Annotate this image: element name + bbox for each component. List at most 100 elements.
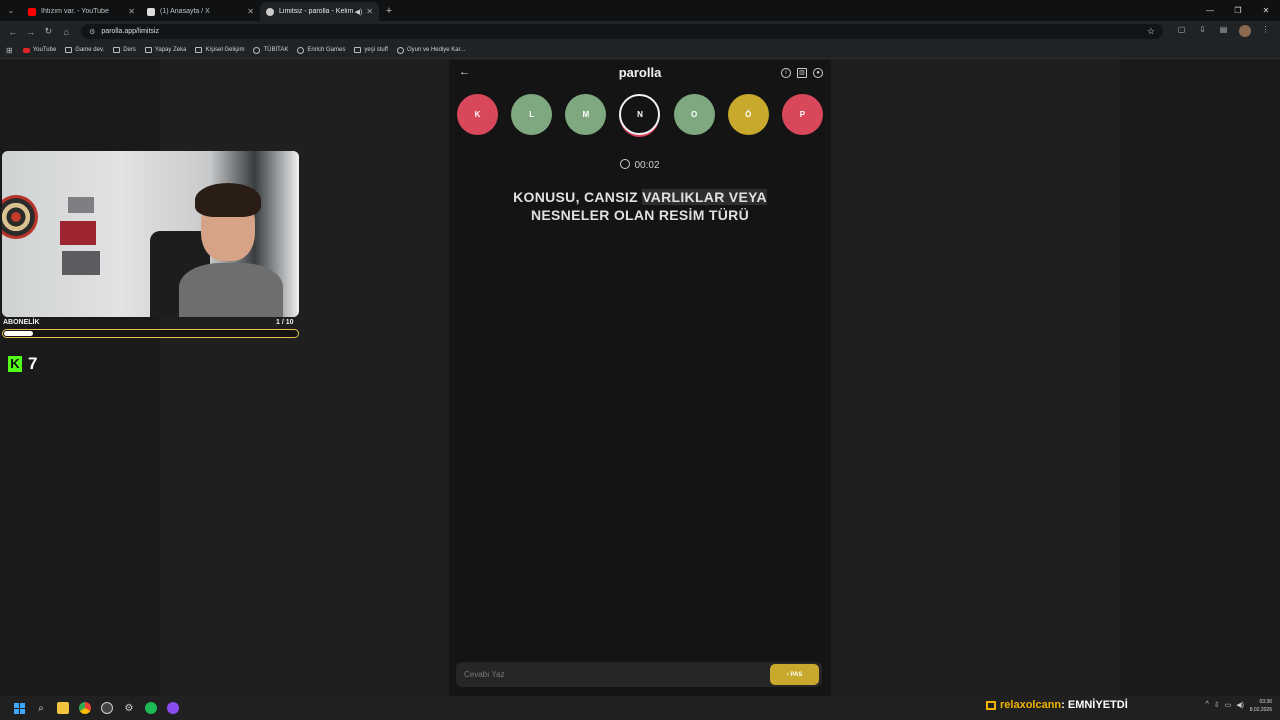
- back-icon[interactable]: ←: [4, 27, 22, 37]
- bookmark-folder[interactable]: Game dev.: [65, 47, 104, 53]
- window-controls: — ❐ ✕: [1196, 0, 1280, 21]
- subscription-goal-count: 1 / 10: [276, 319, 294, 326]
- folder-icon: [113, 47, 121, 53]
- streamer: [179, 183, 283, 317]
- clock-time: 03:36: [1259, 699, 1272, 705]
- system-tray: ^ ⇩ ▭ ◀): [1205, 701, 1244, 709]
- globe-favicon-icon: [266, 7, 274, 16]
- minimize-icon[interactable]: —: [1196, 6, 1224, 15]
- letter-circle-wrong: K: [457, 94, 498, 135]
- menu-icon[interactable]: ⋮: [1255, 25, 1276, 39]
- clock-icon: [620, 159, 631, 169]
- bookmark-folder[interactable]: Kişisel Gelişim: [195, 47, 244, 53]
- subscription-progress-bar: [2, 329, 299, 338]
- tab-strip: ⌄ Ihtızım var. - YouTube ✕ (1) Anasayfa …: [0, 0, 1280, 21]
- kick-icon: K: [8, 356, 22, 372]
- chat-ticker: relaxolcann : EMNİYETDİ: [986, 699, 1128, 711]
- windows-icon: [13, 702, 25, 714]
- answer-bar: › PAS: [456, 662, 822, 687]
- close-tab-icon[interactable]: ✕: [128, 7, 135, 16]
- home-icon[interactable]: ⌂: [57, 27, 75, 37]
- tab-youtube[interactable]: Ihtızım var. - YouTube ✕: [22, 2, 141, 21]
- folder-icon: [65, 47, 73, 53]
- app-logo: parolla: [618, 65, 662, 80]
- address-bar-row: ← → ↻ ⌂ ⚙ parolla.app/limitsiz ☆ ▢ ⇩ ▤ ⋮: [0, 21, 1280, 42]
- downloads-icon[interactable]: ⇩: [1192, 25, 1213, 39]
- question-line1-part1: KONUSU, CANSIZ: [513, 189, 643, 205]
- new-tab-button[interactable]: +: [379, 2, 399, 21]
- timer-value: 00:02: [634, 160, 660, 171]
- forward-icon[interactable]: →: [22, 27, 40, 37]
- tab-title: Limitsiz - parolla - Kelime o: [279, 8, 353, 15]
- right-gutter: [831, 60, 1120, 696]
- sidebar-icon[interactable]: ▤: [1213, 25, 1234, 39]
- letter-circle-correct: O: [673, 94, 715, 135]
- network-icon[interactable]: ⇩: [1214, 701, 1220, 709]
- bookmark-star-icon[interactable]: ☆: [1147, 26, 1155, 37]
- start-button[interactable]: [8, 697, 30, 719]
- refresh-site-icon: [396, 46, 404, 54]
- folder-icon: [144, 47, 152, 53]
- close-window-icon[interactable]: ✕: [1252, 6, 1280, 15]
- bookmark-enrich[interactable]: Enrich Games: [297, 46, 345, 54]
- letter-circle-correct: L: [511, 94, 553, 135]
- clock-date: 8.02.2026: [1249, 707, 1272, 713]
- settings-icon[interactable]: ⚙: [118, 697, 140, 719]
- chat-message: : EMNİYETDİ: [1061, 699, 1128, 711]
- spotify-icon[interactable]: [140, 697, 162, 719]
- speaker-icon[interactable]: ◀): [355, 8, 363, 16]
- bookmark-oyun[interactable]: Oyun ve Hediye Kar...: [396, 46, 465, 54]
- bookmark-folder[interactable]: yeşi stuff: [354, 47, 388, 53]
- site-settings-icon[interactable]: ⚙: [89, 28, 95, 36]
- kick-count-value: 7: [28, 354, 38, 373]
- tab-search-icon[interactable]: ⌄: [0, 0, 22, 21]
- bookmark-folder[interactable]: Ders: [113, 47, 136, 53]
- obs-icon[interactable]: [96, 697, 118, 719]
- folder-icon: [354, 47, 362, 53]
- pass-button[interactable]: › PAS: [770, 664, 819, 685]
- url-text[interactable]: parolla.app/limitsiz: [101, 28, 1147, 35]
- tab-x[interactable]: (1) Anasayfa / X ✕: [141, 2, 260, 21]
- display-icon[interactable]: ▭: [1225, 701, 1232, 709]
- question-line2: NESNELER OLAN RESİM TÜRÜ: [531, 207, 749, 223]
- stats-icon[interactable]: ▥: [797, 68, 807, 78]
- subscription-progress-fill: [4, 331, 34, 336]
- user-icon[interactable]: ●: [813, 68, 823, 78]
- file-explorer-icon[interactable]: [52, 697, 74, 719]
- tubitak-icon: [253, 46, 261, 54]
- bookmark-tubitak[interactable]: TÜBİTAK: [253, 46, 288, 54]
- letter-circle-wrong: P: [781, 94, 823, 135]
- omnibox[interactable]: ⚙ parolla.app/limitsiz ☆: [81, 24, 1163, 39]
- info-icon[interactable]: i: [781, 68, 791, 78]
- webcam-overlay: [2, 151, 299, 317]
- extensions-icon[interactable]: ▢: [1171, 25, 1192, 39]
- kick-follower-count: K 7: [8, 354, 37, 374]
- tray-chevron-icon[interactable]: ^: [1205, 701, 1208, 709]
- folder-icon: [195, 47, 203, 53]
- letter-circle-correct: M: [565, 94, 607, 135]
- discord-icon[interactable]: [162, 697, 184, 719]
- tab-title: (1) Anasayfa / X: [160, 8, 210, 15]
- app-header: ← parolla i ▥ ●: [449, 60, 831, 86]
- enrich-icon: [297, 46, 305, 54]
- bookmark-folder[interactable]: Yapay Zeka: [144, 47, 186, 53]
- restore-icon[interactable]: ❐: [1224, 6, 1252, 15]
- chat-username: relaxolcann: [1000, 699, 1062, 711]
- apps-grid-icon[interactable]: ⊞: [6, 46, 13, 55]
- reload-icon[interactable]: ↻: [40, 26, 58, 37]
- youtube-favicon-icon: [28, 7, 36, 16]
- letter-wheel: KLMNOÖP: [457, 94, 823, 135]
- volume-icon[interactable]: ◀): [1236, 701, 1244, 709]
- question-line1-part2: VARLIKLAR VEYA: [642, 189, 767, 205]
- parolla-app: ← parolla i ▥ ● KLMNOÖP 00:02 KONUSU, CA…: [449, 60, 831, 696]
- search-icon[interactable]: ⌕: [30, 697, 52, 719]
- chrome-icon[interactable]: [74, 697, 96, 719]
- bookmark-youtube[interactable]: YouTube: [22, 47, 56, 53]
- answer-input[interactable]: [456, 662, 756, 687]
- tab-parolla[interactable]: Limitsiz - parolla - Kelime o ◀) ✕: [260, 2, 379, 21]
- clock[interactable]: 03:36 8.02.2026: [1250, 698, 1272, 714]
- close-tab-icon[interactable]: ✕: [366, 7, 373, 16]
- chat-icon: [986, 700, 996, 710]
- close-tab-icon[interactable]: ✕: [247, 7, 254, 16]
- profile-avatar[interactable]: [1234, 24, 1255, 39]
